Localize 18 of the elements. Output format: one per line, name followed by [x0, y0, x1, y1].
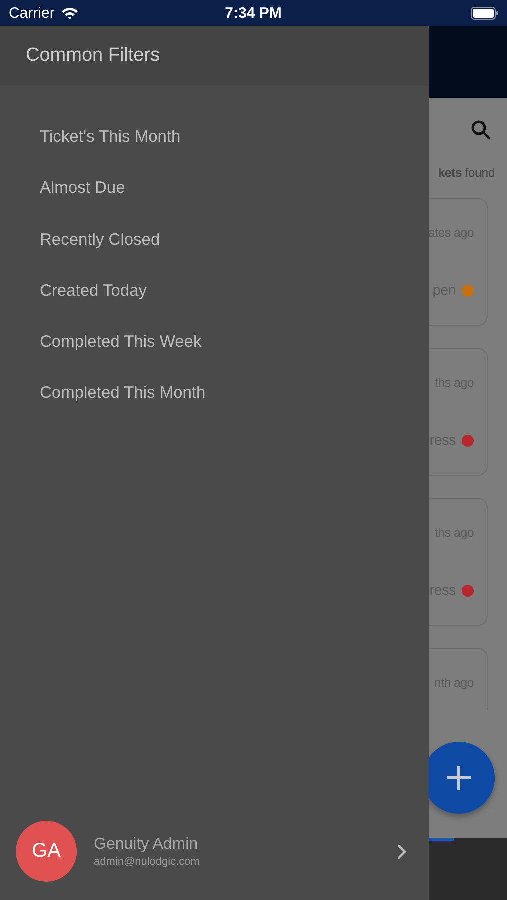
filter-item[interactable]: Completed This Month — [0, 368, 218, 420]
wifi-icon — [60, 6, 79, 20]
drawer-title: Common Filters — [26, 45, 160, 67]
user-email: admin@nulodgic.com — [94, 856, 200, 868]
user-name: Genuity Admin — [94, 836, 198, 854]
user-avatar[interactable]: GA — [16, 821, 77, 882]
clock-time: 7:34 PM — [224, 4, 283, 22]
add-button[interactable] — [429, 742, 495, 814]
filter-item[interactable]: Recently Closed — [0, 214, 172, 266]
filter-item[interactable]: Ticket's This Month — [0, 112, 193, 164]
filter-item[interactable]: Completed This Week — [0, 317, 214, 368]
carrier-label: Carrier — [9, 4, 55, 22]
filter-item[interactable]: Almost Due — [0, 163, 138, 215]
battery-icon — [471, 6, 499, 20]
plus-icon — [446, 765, 472, 791]
chevron-icon[interactable] — [397, 844, 407, 860]
filter-item[interactable]: Created Today — [0, 266, 160, 318]
search-icon[interactable] — [471, 120, 491, 140]
